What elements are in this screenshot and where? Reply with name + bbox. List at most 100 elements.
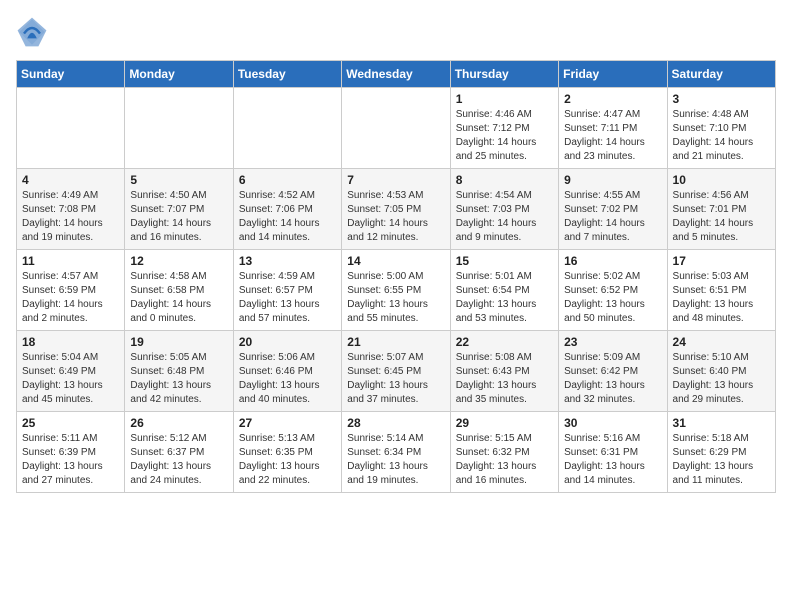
weekday-header-monday: Monday (125, 61, 233, 88)
weekday-header-friday: Friday (559, 61, 667, 88)
weekday-header-row: SundayMondayTuesdayWednesdayThursdayFrid… (17, 61, 776, 88)
day-info: Sunrise: 5:09 AM Sunset: 6:42 PM Dayligh… (564, 351, 661, 407)
day-number: 16 (564, 254, 661, 268)
weekday-header-sunday: Sunday (17, 61, 125, 88)
calendar-cell: 11 Sunrise: 4:57 AM Sunset: 6:59 PM Dayli… (17, 250, 125, 331)
day-number: 3 (673, 92, 770, 106)
calendar-cell: 20 Sunrise: 5:06 AM Sunset: 6:46 PM Dayli… (233, 331, 341, 412)
day-info: Sunrise: 4:47 AM Sunset: 7:11 PM Dayligh… (564, 108, 661, 164)
page-header (16, 16, 776, 48)
calendar-cell: 2 Sunrise: 4:47 AM Sunset: 7:11 PM Daylig… (559, 88, 667, 169)
calendar-cell: 14 Sunrise: 5:00 AM Sunset: 6:55 PM Dayli… (342, 250, 450, 331)
day-info: Sunrise: 5:10 AM Sunset: 6:40 PM Dayligh… (673, 351, 770, 407)
day-number: 9 (564, 173, 661, 187)
day-number: 15 (456, 254, 553, 268)
day-info: Sunrise: 5:15 AM Sunset: 6:32 PM Dayligh… (456, 432, 553, 488)
calendar-cell: 21Sunrise: 5:07 AM Sunset: 6:45 PM Dayli… (342, 331, 450, 412)
calendar-cell: 4 Sunrise: 4:49 AM Sunset: 7:08 PM Daylig… (17, 169, 125, 250)
calendar-cell: 28 Sunrise: 5:14 AM Sunset: 6:34 PM Dayli… (342, 412, 450, 493)
day-number: 23 (564, 335, 661, 349)
calendar-cell (125, 88, 233, 169)
day-number: 2 (564, 92, 661, 106)
calendar-cell (342, 88, 450, 169)
day-info: Sunrise: 4:59 AM Sunset: 6:57 PM Dayligh… (239, 270, 336, 326)
weekday-header-saturday: Saturday (667, 61, 775, 88)
calendar-cell: 19Sunrise: 5:05 AM Sunset: 6:48 PM Dayli… (125, 331, 233, 412)
calendar-cell: 6 Sunrise: 4:52 AM Sunset: 7:06 PM Daylig… (233, 169, 341, 250)
calendar-week-4: 18 Sunrise: 5:04 AM Sunset: 6:49 PM Dayli… (17, 331, 776, 412)
calendar-cell: 10Sunrise: 4:56 AM Sunset: 7:01 PM Dayli… (667, 169, 775, 250)
day-number: 6 (239, 173, 336, 187)
day-info: Sunrise: 4:57 AM Sunset: 6:59 PM Dayligh… (22, 270, 119, 326)
day-number: 10 (673, 173, 770, 187)
day-info: Sunrise: 5:16 AM Sunset: 6:31 PM Dayligh… (564, 432, 661, 488)
weekday-header-wednesday: Wednesday (342, 61, 450, 88)
calendar-cell: 12 Sunrise: 4:58 AM Sunset: 6:58 PM Dayli… (125, 250, 233, 331)
day-info: Sunrise: 5:13 AM Sunset: 6:35 PM Dayligh… (239, 432, 336, 488)
day-number: 11 (22, 254, 119, 268)
calendar-cell: 3Sunrise: 4:48 AM Sunset: 7:10 PM Daylig… (667, 88, 775, 169)
calendar-cell: 26 Sunrise: 5:12 AM Sunset: 6:37 PM Dayli… (125, 412, 233, 493)
day-number: 13 (239, 254, 336, 268)
day-number: 8 (456, 173, 553, 187)
day-info: Sunrise: 5:08 AM Sunset: 6:43 PM Dayligh… (456, 351, 553, 407)
day-number: 7 (347, 173, 444, 187)
calendar-cell (233, 88, 341, 169)
calendar-cell: 24Sunrise: 5:10 AM Sunset: 6:40 PM Dayli… (667, 331, 775, 412)
day-info: Sunrise: 4:54 AM Sunset: 7:03 PM Dayligh… (456, 189, 553, 245)
calendar-cell: 16 Sunrise: 5:02 AM Sunset: 6:52 PM Dayli… (559, 250, 667, 331)
logo-icon (16, 16, 48, 48)
calendar-cell: 17 Sunrise: 5:03 AM Sunset: 6:51 PM Dayli… (667, 250, 775, 331)
calendar-cell (17, 88, 125, 169)
day-number: 1 (456, 92, 553, 106)
day-info: Sunrise: 5:06 AM Sunset: 6:46 PM Dayligh… (239, 351, 336, 407)
day-number: 5 (130, 173, 227, 187)
day-info: Sunrise: 5:12 AM Sunset: 6:37 PM Dayligh… (130, 432, 227, 488)
day-info: Sunrise: 4:49 AM Sunset: 7:08 PM Dayligh… (22, 189, 119, 245)
day-number: 12 (130, 254, 227, 268)
calendar-week-3: 11 Sunrise: 4:57 AM Sunset: 6:59 PM Dayli… (17, 250, 776, 331)
calendar-week-1: 1 Sunrise: 4:46 AM Sunset: 7:12 PM Daylig… (17, 88, 776, 169)
calendar-cell: 13 Sunrise: 4:59 AM Sunset: 6:57 PM Dayli… (233, 250, 341, 331)
day-info: Sunrise: 4:46 AM Sunset: 7:12 PM Dayligh… (456, 108, 553, 164)
day-number: 28 (347, 416, 444, 430)
calendar-cell: 8 Sunrise: 4:54 AM Sunset: 7:03 PM Daylig… (450, 169, 558, 250)
day-info: Sunrise: 5:14 AM Sunset: 6:34 PM Dayligh… (347, 432, 444, 488)
weekday-header-thursday: Thursday (450, 61, 558, 88)
day-info: Sunrise: 5:00 AM Sunset: 6:55 PM Dayligh… (347, 270, 444, 326)
day-number: 19 (130, 335, 227, 349)
day-info: Sunrise: 5:04 AM Sunset: 6:49 PM Dayligh… (22, 351, 119, 407)
calendar-week-5: 25Sunrise: 5:11 AM Sunset: 6:39 PM Dayli… (17, 412, 776, 493)
day-number: 17 (673, 254, 770, 268)
logo (16, 16, 52, 48)
day-info: Sunrise: 4:55 AM Sunset: 7:02 PM Dayligh… (564, 189, 661, 245)
weekday-header-tuesday: Tuesday (233, 61, 341, 88)
calendar-cell: 22 Sunrise: 5:08 AM Sunset: 6:43 PM Dayli… (450, 331, 558, 412)
day-info: Sunrise: 5:11 AM Sunset: 6:39 PM Dayligh… (22, 432, 119, 488)
calendar-cell: 18 Sunrise: 5:04 AM Sunset: 6:49 PM Dayli… (17, 331, 125, 412)
day-number: 14 (347, 254, 444, 268)
day-info: Sunrise: 4:58 AM Sunset: 6:58 PM Dayligh… (130, 270, 227, 326)
day-number: 22 (456, 335, 553, 349)
calendar-cell: 30 Sunrise: 5:16 AM Sunset: 6:31 PM Dayli… (559, 412, 667, 493)
day-info: Sunrise: 5:02 AM Sunset: 6:52 PM Dayligh… (564, 270, 661, 326)
day-number: 31 (673, 416, 770, 430)
day-info: Sunrise: 5:07 AM Sunset: 6:45 PM Dayligh… (347, 351, 444, 407)
day-info: Sunrise: 5:18 AM Sunset: 6:29 PM Dayligh… (673, 432, 770, 488)
day-number: 30 (564, 416, 661, 430)
day-number: 27 (239, 416, 336, 430)
day-info: Sunrise: 5:03 AM Sunset: 6:51 PM Dayligh… (673, 270, 770, 326)
day-number: 29 (456, 416, 553, 430)
calendar-cell: 7 Sunrise: 4:53 AM Sunset: 7:05 PM Daylig… (342, 169, 450, 250)
day-number: 26 (130, 416, 227, 430)
calendar-cell: 29 Sunrise: 5:15 AM Sunset: 6:32 PM Dayli… (450, 412, 558, 493)
day-number: 18 (22, 335, 119, 349)
day-number: 20 (239, 335, 336, 349)
calendar-cell: 9 Sunrise: 4:55 AM Sunset: 7:02 PM Daylig… (559, 169, 667, 250)
day-number: 4 (22, 173, 119, 187)
calendar-cell: 31 Sunrise: 5:18 AM Sunset: 6:29 PM Dayli… (667, 412, 775, 493)
calendar-cell: 1 Sunrise: 4:46 AM Sunset: 7:12 PM Daylig… (450, 88, 558, 169)
day-info: Sunrise: 4:52 AM Sunset: 7:06 PM Dayligh… (239, 189, 336, 245)
calendar-week-2: 4 Sunrise: 4:49 AM Sunset: 7:08 PM Daylig… (17, 169, 776, 250)
day-info: Sunrise: 4:53 AM Sunset: 7:05 PM Dayligh… (347, 189, 444, 245)
